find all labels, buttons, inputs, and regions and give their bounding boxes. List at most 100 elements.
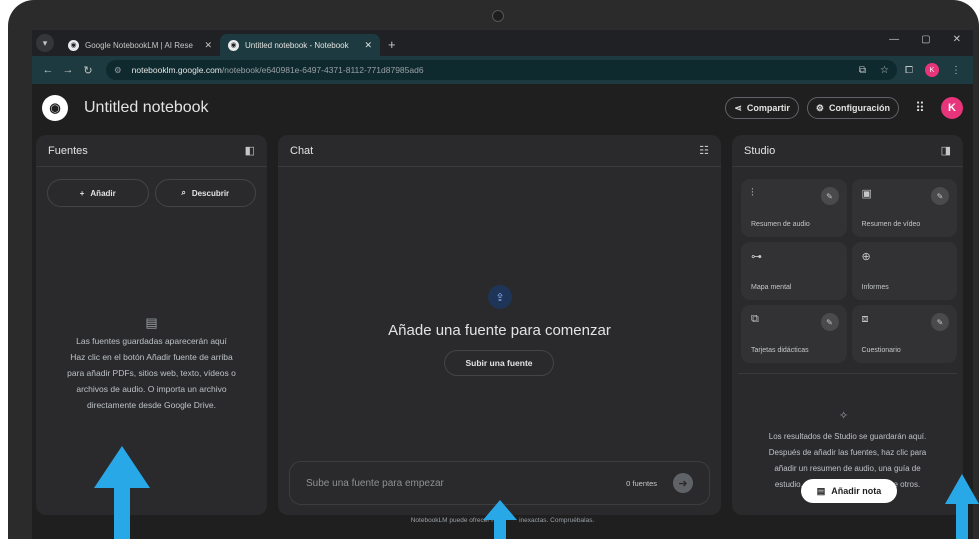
gear-icon: ⚙ xyxy=(815,102,824,113)
studio-card-label: Cuestionario xyxy=(861,347,901,354)
chat-panel-title: Chat xyxy=(290,144,314,157)
extensions-icon[interactable]: ⧠ xyxy=(905,65,913,76)
magic-wand-icon: ✧ xyxy=(839,410,849,422)
disclaimer-right: inexactas. Compruébalas. xyxy=(519,517,595,524)
browser-profile-avatar[interactable]: K xyxy=(925,63,939,77)
new-tab-icon[interactable]: + xyxy=(388,37,396,52)
chat-empty-heading: Añade una fuente para comenzar xyxy=(388,322,611,339)
add-note-button[interactable]: ▤ Añadir nota xyxy=(801,479,897,503)
source-count: 0 fuentes xyxy=(626,478,657,488)
arrow-up-icon xyxy=(483,500,517,539)
close-window-icon[interactable]: ✕ xyxy=(953,34,961,45)
studio-card-label: Tarjetas didácticas xyxy=(751,347,809,354)
discover-sources-button[interactable]: ⌕ Descubrir xyxy=(154,179,256,207)
edit-pencil-icon[interactable]: ✎ xyxy=(820,313,839,331)
laptop-frame: ▾ ◉ Google NotebookLM | AI Rese ✕ ◉ Unti… xyxy=(8,0,979,539)
url-path: /notebook/e640981e-6497-4371-8112-771d87… xyxy=(221,65,424,75)
edit-pencil-icon[interactable]: ✎ xyxy=(931,187,949,205)
studio-card[interactable]: ⊶ Mapa mental xyxy=(741,242,847,300)
studio-card[interactable]: ⊕ Informes xyxy=(851,242,957,300)
studio-card-label: Informes xyxy=(861,284,889,291)
window-controls: — ▢ ✕ xyxy=(889,34,973,45)
edit-pencil-icon[interactable]: ✎ xyxy=(931,313,949,331)
mind-map-icon: ⊶ xyxy=(751,251,762,263)
minimize-icon[interactable]: — xyxy=(889,34,899,45)
info-line: añadir un resumen de audio, una guía de xyxy=(774,464,921,473)
studio-card-label: Resumen de audio xyxy=(751,221,810,228)
studio-card-label: Mapa mental xyxy=(751,284,792,291)
empty-line: para añadir PDFs, sitios web, texto, víd… xyxy=(67,368,236,378)
empty-line: directamente desde Google Drive. xyxy=(87,400,216,410)
tab-title: Untitled notebook - Notebook xyxy=(245,40,349,50)
browser-toolbar: ← → ↻ ⚙ notebooklm.google.com/notebook/e… xyxy=(32,56,973,84)
studio-card-label: Resumen de vídeo xyxy=(861,221,921,228)
empty-line: Las fuentes guardadas aparecerán aquí xyxy=(76,336,227,346)
arrow-up-icon xyxy=(94,446,150,539)
tab-search-icon[interactable]: ▾ xyxy=(36,34,54,52)
add-source-label: Añadir xyxy=(90,188,116,198)
browser-tab-notebooklm-home[interactable]: ◉ Google NotebookLM | AI Rese ✕ xyxy=(60,34,220,56)
upload-source-button[interactable]: Subir una fuente xyxy=(444,350,554,376)
studio-panel: Studio ◨ ⫶ Resumen de audio ✎ ▣ Resumen de v… xyxy=(732,135,963,515)
chat-input-box[interactable]: 0 fuentes ➜ xyxy=(289,461,710,505)
studio-card[interactable]: ▣ Resumen de vídeo ✎ xyxy=(851,179,957,237)
note-icon: ▤ xyxy=(816,485,826,496)
arrow-up-icon xyxy=(945,474,979,539)
empty-line: Haz clic en el botón Añadir fuente de ar… xyxy=(70,352,233,362)
studio-cards: ⫶ Resumen de audio ✎ ▣ Resumen de vídeo ✎ ⊶ Map… xyxy=(732,167,963,363)
plus-icon: + xyxy=(79,188,85,198)
studio-card[interactable]: ⫶ Resumen de audio ✎ xyxy=(741,179,847,237)
info-line: Los resultados de Studio se guardarán aq… xyxy=(768,432,927,441)
app-header: ◉ Untitled notebook ⋖ Compartir ⚙ Config… xyxy=(32,84,973,132)
webcam xyxy=(492,10,504,22)
notebooklm-favicon-icon: ◉ xyxy=(68,39,79,51)
share-icon: ⋖ xyxy=(734,102,742,113)
upload-icon: ⇪ xyxy=(488,285,512,309)
avatar[interactable]: K xyxy=(941,97,963,119)
browser-menu-icon[interactable]: ⋮ xyxy=(951,65,961,76)
notebook-title[interactable]: Untitled notebook xyxy=(84,99,209,117)
empty-line: archivos de audio. O importa un archivo xyxy=(76,384,227,394)
address-bar[interactable]: ⚙ notebooklm.google.com/notebook/e640981… xyxy=(106,60,897,80)
screen: ▾ ◉ Google NotebookLM | AI Rese ✕ ◉ Unti… xyxy=(32,30,973,539)
bookmark-star-icon[interactable]: ☆ xyxy=(880,65,889,76)
studio-card[interactable]: ⧉ Tarjetas didácticas ✎ xyxy=(741,305,847,363)
back-icon[interactable]: ← xyxy=(38,64,58,76)
tab-title: Google NotebookLM | AI Rese xyxy=(85,40,193,50)
discover-icon: ⌕ xyxy=(181,188,186,197)
document-icon: ▤ xyxy=(145,315,158,330)
chat-panel: Chat ☷ ⇪ Añade una fuente para comenzar … xyxy=(278,135,721,515)
collapse-panel-icon[interactable]: ◧ xyxy=(245,144,255,157)
studio-panel-title: Studio xyxy=(744,144,776,157)
report-icon: ⊕ xyxy=(861,251,871,263)
close-tab-icon[interactable]: ✕ xyxy=(204,40,212,51)
cast-icon[interactable]: ⧉ xyxy=(859,65,866,76)
info-line: Después de añadir las fuentes, haz clic … xyxy=(768,448,927,457)
apps-grid-icon[interactable]: ⠿ xyxy=(907,100,933,116)
url-host: notebooklm.google.com xyxy=(131,65,222,75)
maximize-icon[interactable]: ▢ xyxy=(921,34,930,45)
notebooklm-favicon-icon: ◉ xyxy=(228,39,239,51)
add-source-button[interactable]: + Añadir xyxy=(47,179,149,207)
chat-input[interactable] xyxy=(306,477,627,489)
browser-tab-strip: ▾ ◉ Google NotebookLM | AI Rese ✕ ◉ Unti… xyxy=(32,30,973,56)
close-tab-icon[interactable]: ✕ xyxy=(364,40,372,51)
studio-card[interactable]: ⧈ Cuestionario ✎ xyxy=(851,305,957,363)
forward-icon[interactable]: → xyxy=(58,64,78,76)
collapse-panel-icon[interactable]: ◨ xyxy=(941,144,951,157)
discover-label: Descubrir xyxy=(191,188,230,198)
chat-settings-icon[interactable]: ☷ xyxy=(699,144,709,157)
settings-button[interactable]: ⚙ Configuración xyxy=(806,97,899,119)
send-icon[interactable]: ➜ xyxy=(673,473,693,493)
sources-panel-title: Fuentes xyxy=(48,144,88,157)
site-info-icon[interactable]: ⚙ xyxy=(114,65,122,76)
edit-pencil-icon[interactable]: ✎ xyxy=(820,187,839,205)
add-note-label: Añadir nota xyxy=(831,486,882,496)
divider xyxy=(738,373,957,374)
share-button[interactable]: ⋖ Compartir xyxy=(725,97,799,119)
reload-icon[interactable]: ↻ xyxy=(78,64,98,77)
share-label: Compartir xyxy=(746,103,790,113)
browser-tab-untitled-notebook[interactable]: ◉ Untitled notebook - Notebook ✕ xyxy=(220,34,380,56)
sources-empty-state: ▤ Las fuentes guardadas aparecerán aquí … xyxy=(36,315,267,413)
notebooklm-logo-icon[interactable]: ◉ xyxy=(42,95,68,121)
